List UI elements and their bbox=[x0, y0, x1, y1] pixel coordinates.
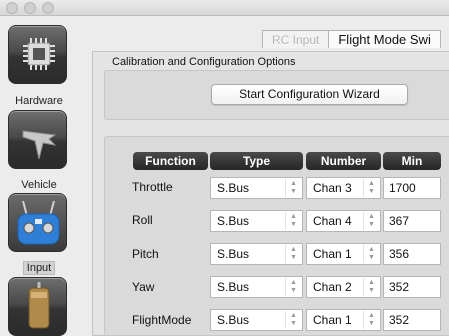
stepper-arrows-icon: ▲ ▼ bbox=[363, 311, 379, 329]
row-label-roll: Roll bbox=[132, 213, 153, 227]
min-field-throttle[interactable]: 1700 bbox=[383, 177, 441, 199]
channel-select-flightmode[interactable]: Chan 1 ▲ ▼ bbox=[306, 309, 381, 331]
sidebar-item-motor[interactable] bbox=[8, 277, 67, 336]
column-header-number: Number bbox=[306, 152, 381, 170]
min-field-flightmode[interactable]: 352 bbox=[383, 309, 441, 331]
channel-select-value: Chan 1 bbox=[313, 313, 352, 327]
type-select-value: S.Bus bbox=[217, 313, 250, 327]
channel-select-value: Chan 4 bbox=[313, 214, 352, 228]
channel-select-value: Chan 2 bbox=[313, 280, 352, 294]
channel-select-value: Chan 3 bbox=[313, 181, 352, 195]
sidebar-item-input-label: Input bbox=[0, 261, 78, 275]
min-field-roll[interactable]: 367 bbox=[383, 210, 441, 232]
type-select-yaw[interactable]: S.Bus ▲ ▼ bbox=[210, 276, 303, 298]
stepper-arrows-icon: ▲ ▼ bbox=[363, 245, 379, 263]
stepper-arrows-icon: ▲ ▼ bbox=[285, 212, 301, 230]
channel-select-value: Chan 1 bbox=[313, 247, 352, 261]
window-minimize-button[interactable] bbox=[24, 2, 36, 14]
motor-icon bbox=[28, 282, 50, 329]
type-select-roll[interactable]: S.Bus ▲ ▼ bbox=[210, 210, 303, 232]
column-header-type: Type bbox=[210, 152, 303, 170]
sidebar-item-vehicle-label: Vehicle bbox=[21, 179, 57, 191]
row-label-pitch: Pitch bbox=[132, 247, 159, 261]
channel-select-roll[interactable]: Chan 4 ▲ ▼ bbox=[306, 210, 381, 232]
sidebar-item-input[interactable] bbox=[8, 193, 67, 252]
window-titlebar bbox=[0, 0, 449, 16]
sidebar-item-input-text: Input bbox=[22, 261, 56, 275]
type-select-value: S.Bus bbox=[217, 280, 250, 294]
type-select-pitch[interactable]: S.Bus ▲ ▼ bbox=[210, 243, 303, 265]
type-select-throttle[interactable]: S.Bus ▲ ▼ bbox=[210, 177, 303, 199]
stepper-arrows-icon: ▲ ▼ bbox=[285, 245, 301, 263]
channel-select-throttle[interactable]: Chan 3 ▲ ▼ bbox=[306, 177, 381, 199]
tab-bar: RC Input Flight Mode Swi bbox=[262, 30, 441, 48]
start-configuration-wizard-button[interactable]: Start Configuration Wizard bbox=[211, 84, 408, 105]
tab-rc-input[interactable]: RC Input bbox=[262, 30, 330, 48]
row-label-flightmode: FlightMode bbox=[132, 313, 192, 327]
stepper-arrows-icon: ▲ ▼ bbox=[285, 179, 301, 197]
sidebar-item-hardware-label: Hardware bbox=[15, 95, 63, 107]
stepper-arrows-icon: ▲ ▼ bbox=[363, 278, 379, 296]
channel-select-pitch[interactable]: Chan 1 ▲ ▼ bbox=[306, 243, 381, 265]
tab-flight-mode-switch[interactable]: Flight Mode Swi bbox=[329, 30, 441, 48]
stepper-arrows-icon: ▲ ▼ bbox=[363, 179, 379, 197]
sidebar-item-vehicle[interactable] bbox=[8, 110, 67, 169]
row-label-throttle: Throttle bbox=[132, 180, 173, 194]
type-select-value: S.Bus bbox=[217, 214, 250, 228]
type-select-value: S.Bus bbox=[217, 181, 250, 195]
stepper-arrows-icon: ▲ ▼ bbox=[285, 311, 301, 329]
plane-icon bbox=[22, 130, 57, 160]
sidebar-item-hardware[interactable] bbox=[8, 25, 67, 84]
row-label-yaw: Yaw bbox=[132, 280, 155, 294]
min-field-yaw[interactable]: 352 bbox=[383, 276, 441, 298]
stepper-arrows-icon: ▲ ▼ bbox=[363, 212, 379, 230]
window-zoom-button[interactable] bbox=[42, 2, 54, 14]
type-select-value: S.Bus bbox=[217, 247, 250, 261]
column-header-function: Function bbox=[133, 152, 208, 170]
channel-select-yaw[interactable]: Chan 2 ▲ ▼ bbox=[306, 276, 381, 298]
type-select-flightmode[interactable]: S.Bus ▲ ▼ bbox=[210, 309, 303, 331]
stepper-arrows-icon: ▲ ▼ bbox=[285, 278, 301, 296]
column-header-min: Min bbox=[383, 152, 441, 170]
min-field-pitch[interactable]: 356 bbox=[383, 243, 441, 265]
transmitter-icon bbox=[17, 200, 60, 245]
window-close-button[interactable] bbox=[6, 2, 18, 14]
calibration-group-title: Calibration and Configuration Options bbox=[112, 56, 296, 68]
chip-icon bbox=[23, 38, 55, 70]
